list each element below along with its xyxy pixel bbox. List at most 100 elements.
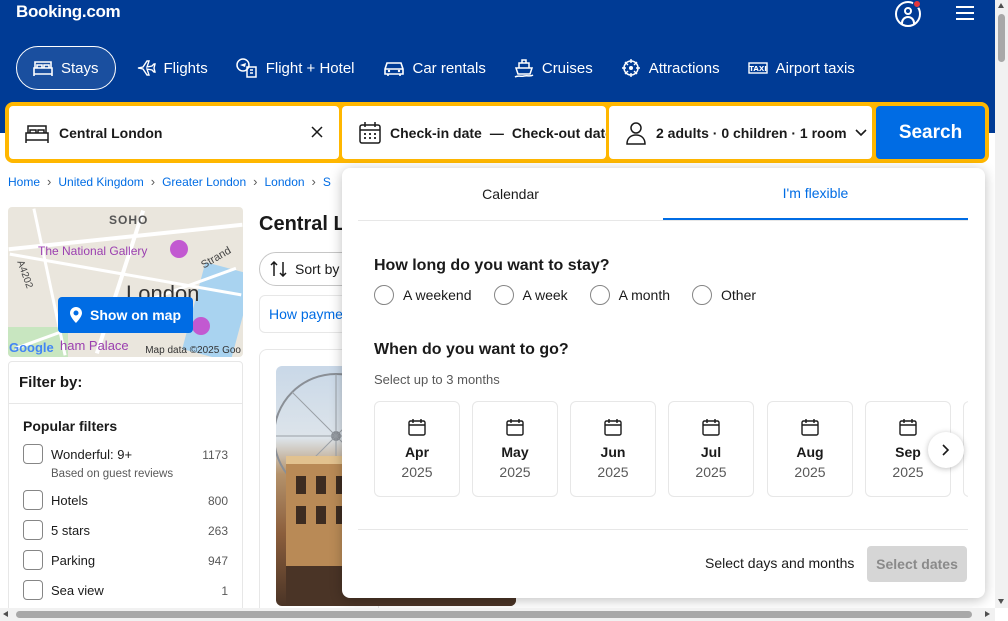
month-name: Apr (404, 444, 430, 460)
stay-option-other[interactable]: Other (692, 285, 756, 305)
footer-hint: Select days and months (705, 555, 855, 571)
stay-option-month[interactable]: A month (589, 285, 671, 305)
filter-item[interactable]: 5 stars 263 (9, 516, 242, 546)
tab-flexible[interactable]: I'm flexible (663, 168, 968, 220)
filter-hint: Based on guest reviews (51, 468, 174, 480)
month-tile[interactable]: Jul 2025 (668, 401, 754, 497)
vertical-scrollbar[interactable] (995, 0, 1008, 608)
clear-icon[interactable] (311, 126, 323, 138)
scroll-left-arrow[interactable] (3, 611, 8, 617)
map-pin-icon (70, 307, 82, 323)
filter-count: 1173 (202, 448, 228, 462)
hamburger-menu-icon[interactable] (956, 6, 974, 22)
map-label: SOHO (109, 213, 149, 227)
nav-attractions[interactable]: Attractions (607, 46, 734, 90)
nav-flights[interactable]: Flights (122, 46, 222, 90)
month-tile[interactable]: Aug 2025 (767, 401, 853, 497)
stay-option-week[interactable]: A week (493, 285, 568, 305)
chevron-right-icon: › (311, 174, 316, 189)
nav-car-rentals[interactable]: Car rentals (369, 46, 500, 90)
month-tile[interactable]: Apr 2025 (374, 401, 460, 497)
show-on-map-button[interactable]: Show on map (58, 297, 193, 333)
filter-item[interactable]: Wonderful: 9+ Based on guest reviews 1173 (9, 440, 242, 486)
filter-count: 263 (207, 524, 228, 538)
dates-field[interactable]: Check-in date — Check-out date (342, 106, 606, 159)
nav-cruises[interactable]: Cruises (500, 46, 607, 90)
when-hint: Select up to 3 months (374, 372, 500, 387)
results-title: Central L (259, 213, 346, 235)
map-label: A4202 (14, 259, 35, 290)
nav-label: Cruises (541, 59, 593, 77)
month-tile[interactable]: Jun 2025 (570, 401, 656, 497)
month-year: 2025 (597, 464, 629, 480)
checkbox[interactable] (23, 490, 43, 510)
scroll-thumb[interactable] (16, 611, 972, 618)
month-year: 2025 (499, 464, 531, 480)
show-on-map-label: Show on map (90, 307, 181, 323)
horizontal-scrollbar[interactable] (0, 608, 995, 621)
account-icon[interactable] (895, 0, 921, 27)
search-button[interactable]: Search (876, 106, 985, 159)
flight-hotel-icon (235, 58, 257, 78)
radio-button[interactable] (493, 285, 514, 305)
next-months-button[interactable] (928, 432, 964, 468)
month-name: Sep (895, 444, 921, 460)
checkout-placeholder: Check-out date (511, 124, 606, 141)
checkbox[interactable] (23, 444, 43, 464)
destination-field[interactable]: Central London (9, 106, 339, 159)
guests-field[interactable]: 2 adults · 0 children · 1 room (609, 106, 872, 159)
scroll-right-arrow[interactable] (985, 611, 990, 617)
calendar-icon (899, 419, 917, 436)
chevron-right-icon: › (47, 174, 52, 189)
month-name: Jul (700, 444, 722, 460)
sort-icon (270, 261, 287, 277)
option-label: Other (721, 287, 757, 303)
radio-button[interactable] (692, 285, 713, 305)
checkbox[interactable] (23, 580, 43, 600)
breadcrumb-current[interactable]: S (323, 175, 331, 189)
month-year: 2025 (695, 464, 727, 480)
dates-separator: — (489, 124, 504, 141)
month-tile[interactable]: May 2025 (472, 401, 558, 497)
svg-text:TAXI: TAXI (749, 65, 767, 73)
filter-item[interactable]: Parking 947 (9, 546, 242, 576)
scroll-thumb[interactable] (998, 14, 1005, 62)
scroll-down-arrow[interactable] (998, 599, 1004, 604)
nav-stays[interactable]: Stays (16, 46, 116, 90)
map-preview[interactable]: SOHO The National Gallery Strand A4202 L… (8, 207, 243, 357)
map-label: ham Palace (60, 338, 129, 353)
calendar-icon (359, 121, 381, 144)
chevron-right-icon: › (150, 174, 156, 189)
nav-airport-taxis[interactable]: TAXI Airport taxis (734, 46, 869, 90)
car-icon (383, 62, 404, 76)
tab-calendar[interactable]: Calendar (358, 168, 663, 220)
map-credit: Map data ©2025 Goo (145, 345, 241, 356)
nav-flight-hotel[interactable]: Flight + Hotel (222, 46, 369, 90)
stay-option-weekend[interactable]: A weekend (374, 285, 472, 305)
checkbox[interactable] (23, 520, 43, 540)
checkbox[interactable] (23, 550, 43, 570)
breadcrumb: Home › United Kingdom › Greater London › Lo… (8, 174, 331, 189)
filter-item[interactable]: Sea view 1 (9, 576, 242, 606)
filter-count: 800 (207, 494, 228, 508)
breadcrumb-city[interactable]: London (265, 175, 305, 189)
bed-icon (25, 124, 49, 143)
calendar-icon (702, 419, 720, 436)
booking-logo[interactable]: Booking.com (16, 2, 121, 22)
sort-label: Sort by (295, 261, 340, 277)
select-dates-button[interactable]: Select dates (867, 546, 967, 582)
radio-button[interactable] (589, 285, 610, 305)
breadcrumb-home[interactable]: Home (8, 175, 40, 189)
breadcrumb-region[interactable]: Greater London (162, 175, 246, 189)
person-icon (626, 121, 646, 145)
scroll-up-arrow[interactable] (998, 3, 1004, 8)
breadcrumb-country[interactable]: United Kingdom (58, 175, 143, 189)
palace-pin-icon (192, 317, 210, 335)
option-label: A month (618, 287, 671, 303)
radio-button[interactable] (374, 285, 394, 305)
calendar-icon (801, 419, 819, 436)
attractions-icon (621, 59, 640, 77)
month-carousel: Apr 2025 May 2025 Jun 2025 Jul 2025 Aug … (374, 401, 968, 497)
map-label: The National Gallery (38, 244, 148, 258)
filter-item[interactable]: Hotels 800 (9, 486, 242, 516)
